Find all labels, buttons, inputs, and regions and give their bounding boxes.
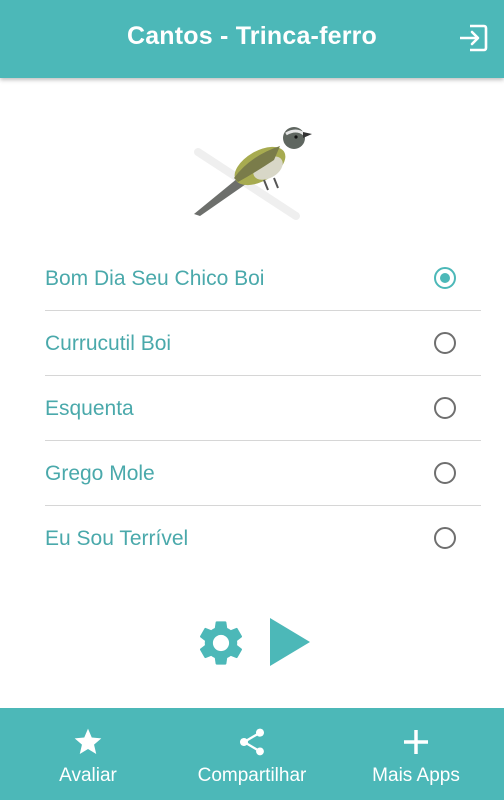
app-bar: Cantos - Trinca-ferro	[0, 0, 504, 78]
gear-icon[interactable]	[194, 616, 248, 670]
radio-button-selected[interactable]	[434, 267, 456, 289]
exit-icon[interactable]	[456, 21, 490, 55]
song-label: Eu Sou Terrível	[45, 527, 189, 550]
bottom-navigation: Avaliar Compartilhar Mais Apps	[0, 708, 504, 800]
star-icon	[74, 728, 102, 754]
list-item[interactable]: Bom Dia Seu Chico Boi	[45, 246, 481, 311]
list-item[interactable]: Eu Sou Terrível	[45, 506, 481, 570]
song-label: Currucutil Boi	[45, 332, 172, 355]
radio-button[interactable]	[434, 462, 456, 484]
page-title: Cantos - Trinca-ferro	[126, 22, 378, 50]
more-apps-button[interactable]: Mais Apps	[356, 708, 476, 800]
rate-button[interactable]: Avaliar	[28, 708, 148, 800]
more-apps-label: Mais Apps	[372, 765, 460, 786]
share-icon	[240, 728, 264, 756]
song-list: Bom Dia Seu Chico Boi Currucutil Boi Esq…	[45, 246, 481, 570]
play-icon[interactable]	[268, 616, 312, 668]
rate-label: Avaliar	[59, 765, 117, 786]
list-item[interactable]: Currucutil Boi	[45, 311, 481, 376]
share-button[interactable]: Compartilhar	[180, 708, 324, 800]
list-item[interactable]: Grego Mole	[45, 441, 481, 506]
plus-icon	[404, 730, 428, 754]
list-item[interactable]: Esquenta	[45, 376, 481, 441]
share-label: Compartilhar	[197, 765, 307, 786]
radio-button[interactable]	[434, 332, 456, 354]
song-label: Esquenta	[45, 397, 134, 420]
radio-button[interactable]	[434, 527, 456, 549]
song-label: Bom Dia Seu Chico Boi	[45, 267, 265, 290]
song-label: Grego Mole	[45, 462, 155, 485]
radio-button[interactable]	[434, 397, 456, 419]
bird-image	[194, 127, 312, 220]
